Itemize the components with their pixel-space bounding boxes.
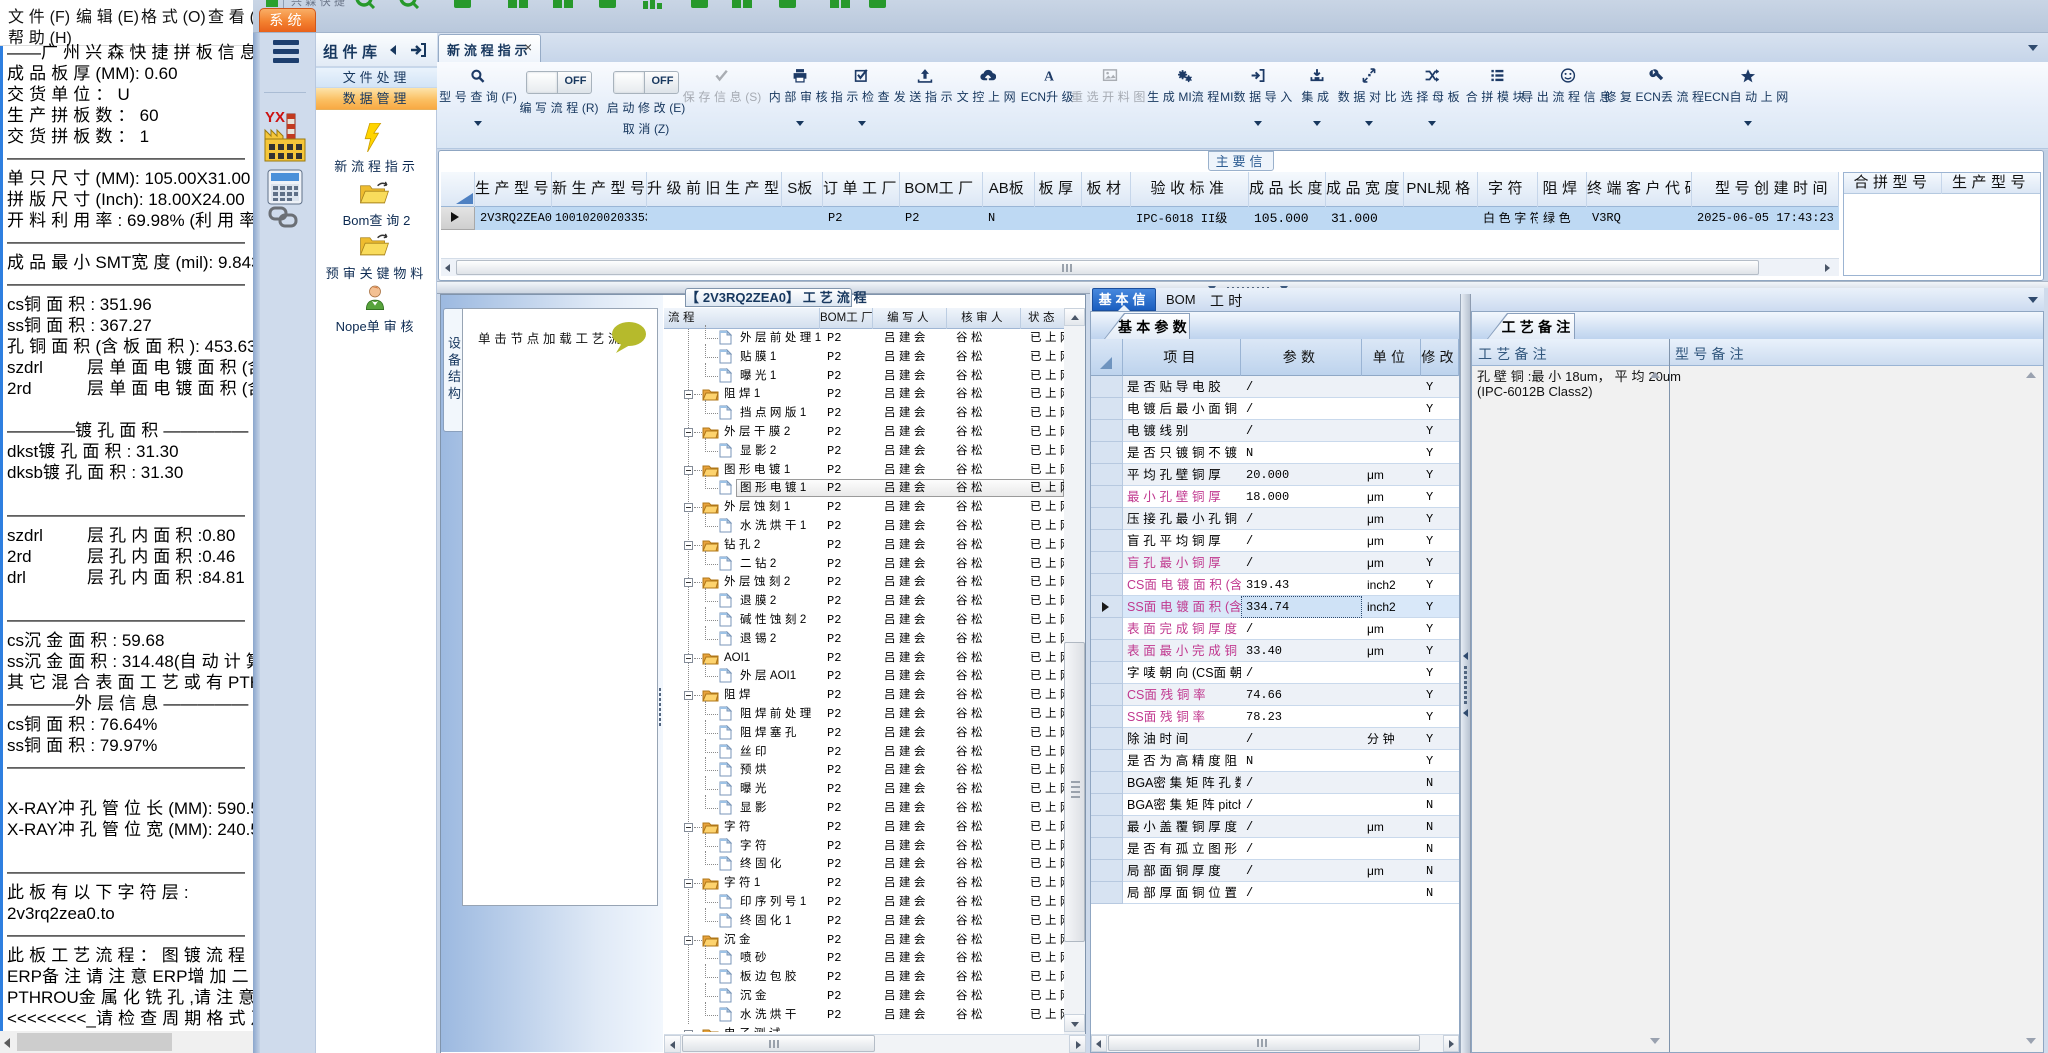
svg-text:YX: YX [265, 109, 285, 126]
svg-text:A: A [1044, 68, 1054, 83]
